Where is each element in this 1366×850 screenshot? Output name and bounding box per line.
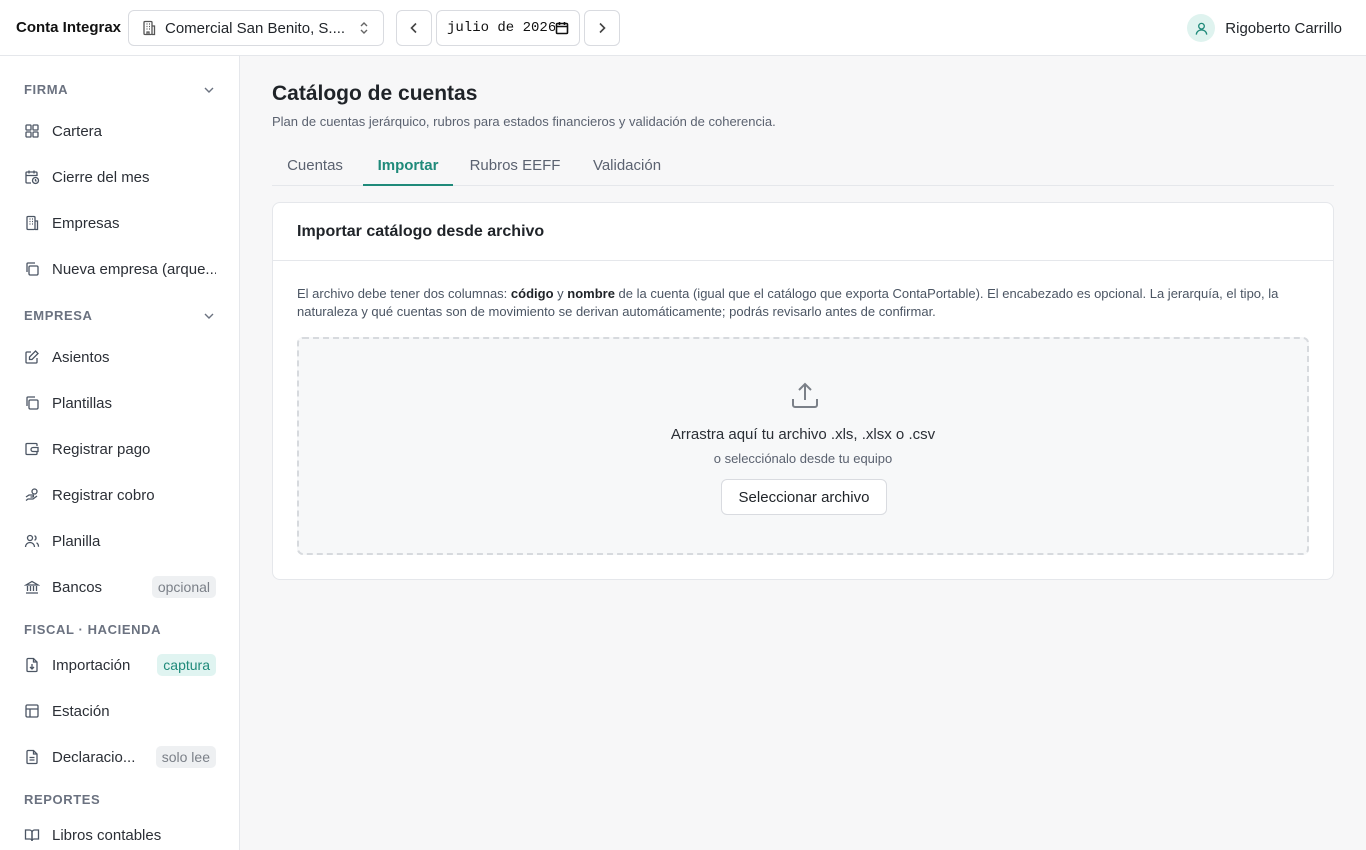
bank-icon (24, 579, 40, 595)
section-label: FIRMA (24, 82, 69, 97)
building-icon (24, 215, 40, 231)
sidebar-item-plantillas[interactable]: Plantillas (24, 388, 216, 418)
grid-icon (24, 123, 40, 139)
chevron-left-icon (407, 21, 421, 35)
sidebar-item-declaraciones[interactable]: Declaracio... solo lee (24, 742, 216, 772)
sidebar-item-nueva-empresa[interactable]: Nueva empresa (arque... (24, 254, 216, 284)
dropzone-instruction: Arrastra aquí tu archivo .xls, .xlsx o .… (670, 426, 936, 443)
section-label: EMPRESA (24, 308, 93, 323)
user-menu[interactable]: Rigoberto Carrillo (1187, 14, 1342, 42)
wallet-icon (24, 441, 40, 457)
sidebar-item-label: Estación (52, 702, 110, 720)
sidebar-item-planilla[interactable]: Planilla (24, 526, 216, 556)
calendar-icon[interactable] (555, 21, 569, 35)
section-label: REPORTES (24, 792, 101, 807)
copy-icon (24, 261, 40, 277)
sidebar-item-label: Declaracio... (52, 748, 136, 766)
card-description: El archivo debe tener dos columnas: códi… (297, 285, 1307, 321)
import-card: Importar catálogo desde archivo El archi… (272, 202, 1334, 580)
desc-name-term: nombre (567, 286, 615, 301)
desc-text: El archivo debe tener dos columnas: (297, 286, 511, 301)
period-input[interactable]: julio de 2026 (436, 10, 580, 46)
table-icon (24, 703, 40, 719)
sidebar-item-label: Cierre del mes (52, 168, 150, 186)
section-firma[interactable]: FIRMA (24, 82, 216, 97)
sidebar-item-registrar-pago[interactable]: Registrar pago (24, 434, 216, 464)
sidebar-item-label: Libros contables (52, 826, 162, 844)
sidebar-item-cierre[interactable]: Cierre del mes (24, 162, 216, 192)
sidebar-item-label: Importación (52, 656, 131, 674)
calendar-clock-icon (24, 169, 40, 185)
chevrons-up-down-icon (357, 21, 371, 35)
chevron-right-icon (595, 21, 609, 35)
sidebar-item-estacion[interactable]: Estación (24, 696, 216, 726)
card-title: Importar catálogo desde archivo (273, 203, 1333, 261)
hand-coins-icon (24, 487, 40, 503)
company-selector[interactable]: Comercial San Benito, S.... (128, 10, 384, 46)
dropzone-hint: o selecciónalo desde tu equipo (713, 451, 893, 466)
sidebar-item-label: Empresas (52, 214, 120, 232)
next-period-button[interactable] (584, 10, 620, 46)
sidebar: FIRMA Cartera Cierre del mes Empresas Nu… (0, 56, 240, 850)
page-subtitle: Plan de cuentas jerárquico, rubros para … (272, 114, 776, 129)
user-avatar-icon (1187, 14, 1216, 42)
sidebar-item-cartera[interactable]: Cartera (24, 116, 216, 146)
company-name: Comercial San Benito, S.... (165, 19, 346, 37)
app-brand: Conta Integrax (16, 19, 122, 36)
desc-text: y (553, 286, 568, 301)
copy-icon (24, 395, 40, 411)
prev-period-button[interactable] (396, 10, 432, 46)
sidebar-item-label: Plantillas (52, 394, 113, 412)
file-text-icon (24, 749, 40, 765)
users-icon (24, 533, 40, 549)
tab-validacion[interactable]: Validación (577, 148, 677, 186)
select-file-button[interactable]: Seleccionar archivo (721, 479, 887, 515)
top-bar: Conta Integrax Comercial San Benito, S..… (0, 0, 1366, 56)
status-badge: captura (157, 654, 216, 676)
sidebar-item-importacion[interactable]: Importación captura (24, 650, 216, 680)
chevron-down-icon (202, 83, 216, 97)
book-open-icon (24, 827, 40, 843)
sidebar-item-label: Planilla (52, 532, 101, 550)
sidebar-item-empresas[interactable]: Empresas (24, 208, 216, 238)
sidebar-item-label: Cartera (52, 122, 103, 140)
file-dropzone[interactable]: Arrastra aquí tu archivo .xls, .xlsx o .… (297, 337, 1309, 555)
status-badge: solo lee (155, 746, 216, 768)
sidebar-item-label: Bancos (52, 578, 103, 596)
section-fiscal: FISCAL · HACIENDA (24, 622, 216, 637)
section-label: FISCAL · HACIENDA (24, 622, 162, 637)
sidebar-item-label: Nueva empresa (arque... (52, 260, 216, 278)
edit-note-icon (24, 349, 40, 365)
upload-icon (789, 379, 821, 411)
sidebar-item-libros[interactable]: Libros contables (24, 820, 216, 850)
section-reportes: REPORTES (24, 792, 216, 807)
sidebar-item-label: Registrar cobro (52, 486, 155, 504)
file-import-icon (24, 657, 40, 673)
tab-bar: Cuentas Importar Rubros EEFF Validación (272, 148, 1334, 186)
page-title: Catálogo de cuentas (272, 82, 478, 105)
section-empresa[interactable]: EMPRESA (24, 308, 216, 323)
sidebar-item-label: Asientos (52, 348, 110, 366)
tab-rubros-eeff[interactable]: Rubros EEFF (457, 148, 573, 186)
tab-cuentas[interactable]: Cuentas (272, 148, 358, 186)
sidebar-item-registrar-cobro[interactable]: Registrar cobro (24, 480, 216, 510)
status-badge: opcional (151, 576, 216, 598)
tab-importar[interactable]: Importar (363, 148, 453, 186)
sidebar-item-bancos[interactable]: Bancos opcional (24, 572, 216, 602)
desc-code-term: código (510, 286, 554, 301)
building-icon (141, 20, 157, 36)
period-value: julio de 2026 (447, 20, 555, 36)
sidebar-item-label: Registrar pago (52, 440, 151, 458)
chevron-down-icon (202, 309, 216, 323)
user-name: Rigoberto Carrillo (1225, 19, 1342, 37)
sidebar-item-asientos[interactable]: Asientos (24, 342, 216, 372)
